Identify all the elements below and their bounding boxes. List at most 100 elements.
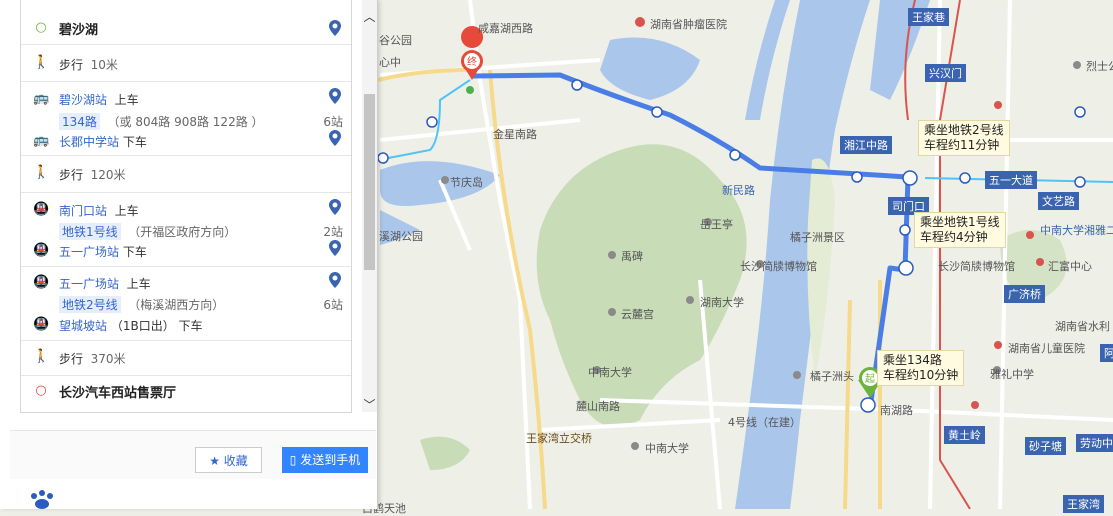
alight-station[interactable]: 长郡中学站 (59, 135, 119, 149)
map-badge: 五一大道 (985, 171, 1037, 189)
stop-count: 6站 (323, 115, 343, 129)
alt-lines: （或 804路 908路 122路 ） (107, 115, 264, 129)
origin-dot-icon: ○ (35, 20, 47, 35)
map-label: 汇富中心 (1048, 260, 1092, 273)
bus-icon: 🚌 (33, 91, 50, 106)
walk-step: 🚶 步行 10米 (21, 45, 351, 81)
origin-row[interactable]: ○ 碧沙湖 (21, 0, 351, 44)
map-label: 新民路 (722, 184, 755, 197)
line-tag[interactable]: 地铁2号线 (59, 296, 121, 313)
map-label: 雅礼中学 (990, 368, 1034, 381)
map-label: 禹碑 (621, 250, 643, 263)
map-label: 节庆岛 (450, 176, 483, 189)
board-station[interactable]: 五一广场站 (59, 277, 119, 291)
location-pin-icon[interactable] (329, 240, 341, 256)
route-panel: ○ 碧沙湖 🚶 步行 10米 🚌 碧沙湖站 上车 134路 （或 804路 90… (0, 0, 378, 509)
route-callout-bus: 乘坐134路 车程约10分钟 (877, 350, 965, 386)
svg-text:终: 终 (467, 55, 477, 68)
map-label: 中南大学 (588, 366, 632, 379)
metro-icon: 🚇 (33, 275, 50, 290)
map-label: 烈士公 (1086, 60, 1113, 73)
route-callout-metro1: 乘坐地铁1号线 车程约4分钟 (914, 212, 1006, 248)
map-label: 南湖路 (880, 404, 913, 417)
map-label: 4号线（在建） (728, 416, 801, 429)
walk-icon: 🚶 (33, 165, 50, 180)
board-word: 上车 (126, 277, 151, 291)
walk-icon: 🚶 (33, 55, 50, 70)
map-label: 心中 (379, 56, 401, 69)
board-station[interactable]: 南门口站 (59, 204, 107, 218)
scrollbar-thumb[interactable] (364, 94, 375, 270)
map-label: 中南大学湘雅二医院 (1040, 224, 1113, 237)
map-badge: 劳动中 (1076, 434, 1113, 452)
send-label: 发送到手机 (300, 453, 361, 467)
bus-segment[interactable]: 🚌 碧沙湖站 上车 134路 （或 804路 908路 122路 ） 6站 🚌 … (21, 82, 351, 154)
map-label: 麓山南路 (576, 400, 620, 413)
metro-icon: 🚇 (33, 243, 50, 258)
metro-segment[interactable]: 🚇 五一广场站 上车 地铁2号线 （梅溪湖西方向） 6站 🚇 望城坡站 （1B口… (21, 267, 351, 339)
metro-segment[interactable]: 🚇 南门口站 上车 地铁1号线 （开福区政府方向） 2站 🚇 五一广场站 下车 (21, 193, 351, 265)
board-word: 上车 (114, 93, 139, 107)
map-label: 谷公园 (379, 34, 412, 47)
map-badge: 阿 (1100, 344, 1113, 362)
destination-dot-icon: ○ (35, 383, 47, 398)
origin-name: 碧沙湖 (59, 23, 99, 38)
metro-icon: 🚇 (33, 202, 50, 217)
alight-station[interactable]: 望城坡站 (59, 319, 107, 333)
walk-step: 🚶 步行 120米 (21, 156, 351, 192)
metro-icon: 🚇 (33, 317, 50, 332)
star-icon: ★ (209, 454, 220, 468)
stop-count: 6站 (323, 298, 343, 312)
walk-label: 步行 (59, 58, 84, 72)
map-label: 橘子洲头 (810, 370, 854, 383)
alight-word: 下车 (178, 319, 203, 333)
map-label: 云麓宫 (621, 308, 654, 321)
map-label: 长沙简牍博物馆 (938, 260, 1015, 273)
stop-count: 2站 (323, 225, 343, 239)
location-pin-icon[interactable] (329, 88, 341, 104)
map-label: 溪湖公园 (379, 230, 423, 243)
route-steps: ○ 碧沙湖 🚶 步行 10米 🚌 碧沙湖站 上车 134路 （或 804路 90… (20, 0, 352, 413)
alight-word: 下车 (122, 245, 147, 259)
board-station[interactable]: 碧沙湖站 (59, 93, 107, 107)
send-to-phone-button[interactable]: ▯ 发送到手机 (282, 447, 368, 473)
baidu-paw-icon (31, 490, 53, 509)
exit-info: （1B口出） (110, 319, 175, 333)
destination-name: 长沙汽车西站售票厅 (59, 386, 177, 401)
map-badge: 王家巷 (908, 8, 949, 26)
location-pin-icon[interactable] (329, 130, 341, 146)
map-label: 橘子洲景区 (790, 231, 845, 244)
bus-icon: 🚌 (33, 133, 50, 148)
route-callout-metro2: 乘坐地铁2号线 车程约11分钟 (918, 120, 1010, 156)
walk-distance: 120米 (90, 168, 126, 182)
location-pin-icon[interactable] (329, 272, 341, 288)
save-button[interactable]: ★ 收藏 (195, 447, 262, 473)
direction: （梅溪湖西方向） (128, 298, 225, 312)
map-badge: 王家湾 (1063, 495, 1104, 513)
location-pin-icon[interactable] (329, 199, 341, 215)
map-badge: 黄土岭 (944, 426, 985, 444)
map-label: 王家湾立交桥 (526, 432, 592, 445)
map-label: 湖南省水利 (1055, 320, 1110, 333)
destination-row[interactable]: ○ 长沙汽车西站售票厅 (21, 376, 351, 412)
scroll-up-icon[interactable]: ︿ (362, 8, 377, 25)
alight-word: 下车 (122, 135, 147, 149)
walk-icon: 🚶 (33, 349, 50, 364)
map-badge: 湘江中路 (840, 136, 892, 154)
location-pin-icon[interactable] (329, 20, 341, 36)
map-badge: 砂子塘 (1025, 437, 1066, 455)
walk-step: 🚶 步行 370米 (21, 341, 351, 375)
scrollbar[interactable]: ︿ ﹀ (362, 0, 377, 412)
map-badge: 广济桥 (1004, 285, 1045, 303)
scroll-down-icon[interactable]: ﹀ (362, 396, 377, 413)
line-tag[interactable]: 134路 (59, 113, 100, 130)
board-word: 上车 (114, 204, 139, 218)
walk-distance: 10米 (90, 58, 118, 72)
map-label: 中南大学 (645, 442, 689, 455)
map-label: 咸嘉湖西路 (478, 22, 533, 35)
map-badge: 兴汉门 (925, 64, 966, 82)
line-tag[interactable]: 地铁1号线 (59, 223, 121, 240)
map-label: 岳王亭 (700, 218, 733, 231)
alight-station[interactable]: 五一广场站 (59, 245, 119, 259)
map-label: 湖南省儿童医院 (1008, 342, 1085, 355)
